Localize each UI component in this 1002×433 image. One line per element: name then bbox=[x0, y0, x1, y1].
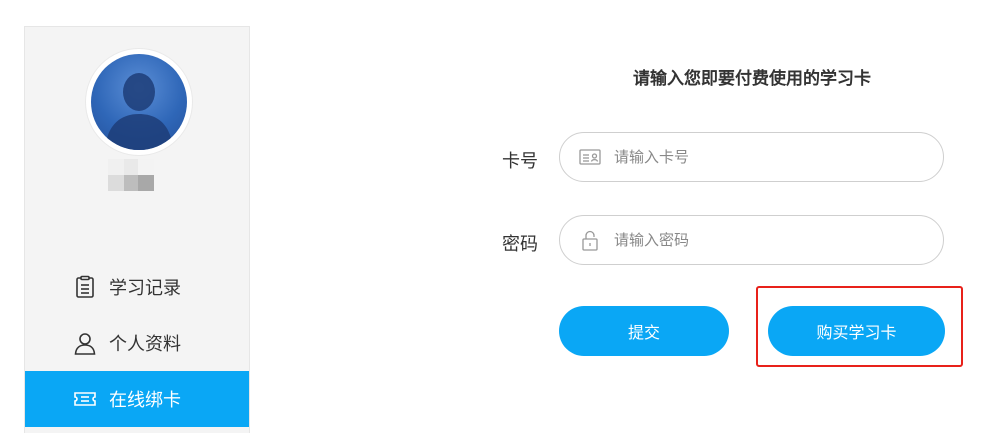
person-silhouette-icon bbox=[105, 73, 173, 150]
sidebar-item-label: 个人资料 bbox=[109, 334, 181, 355]
lock-icon bbox=[578, 228, 602, 252]
sidebar-item-study-records[interactable]: 学习记录 bbox=[25, 259, 249, 315]
form-title: 请输入您即要付费使用的学习卡 bbox=[633, 69, 871, 89]
password-field-wrapper[interactable] bbox=[559, 215, 944, 265]
card-number-label: 卡号 bbox=[502, 151, 538, 172]
sidebar-item-label: 在线绑卡 bbox=[109, 390, 181, 411]
password-label: 密码 bbox=[502, 234, 538, 255]
user-icon bbox=[73, 331, 97, 355]
card-number-input[interactable] bbox=[612, 147, 943, 167]
card-number-field-wrapper[interactable] bbox=[559, 132, 944, 182]
avatar bbox=[86, 49, 192, 155]
ticket-icon bbox=[73, 387, 97, 411]
sidebar-item-label: 学习记录 bbox=[109, 278, 181, 299]
clipboard-icon bbox=[73, 275, 97, 299]
submit-button[interactable]: 提交 bbox=[559, 306, 729, 356]
password-input[interactable] bbox=[612, 230, 943, 250]
sidebar: 学习记录 个人资料 在线绑卡 bbox=[24, 26, 250, 433]
sidebar-item-bind-card[interactable]: 在线绑卡 bbox=[25, 371, 249, 427]
sidebar-item-profile[interactable]: 个人资料 bbox=[25, 315, 249, 371]
username-blurred bbox=[108, 159, 154, 195]
sidebar-menu: 学习记录 个人资料 在线绑卡 bbox=[25, 259, 249, 427]
buy-study-card-button[interactable]: 购买学习卡 bbox=[768, 306, 945, 356]
id-card-icon bbox=[578, 145, 602, 169]
avatar-image bbox=[91, 54, 187, 150]
